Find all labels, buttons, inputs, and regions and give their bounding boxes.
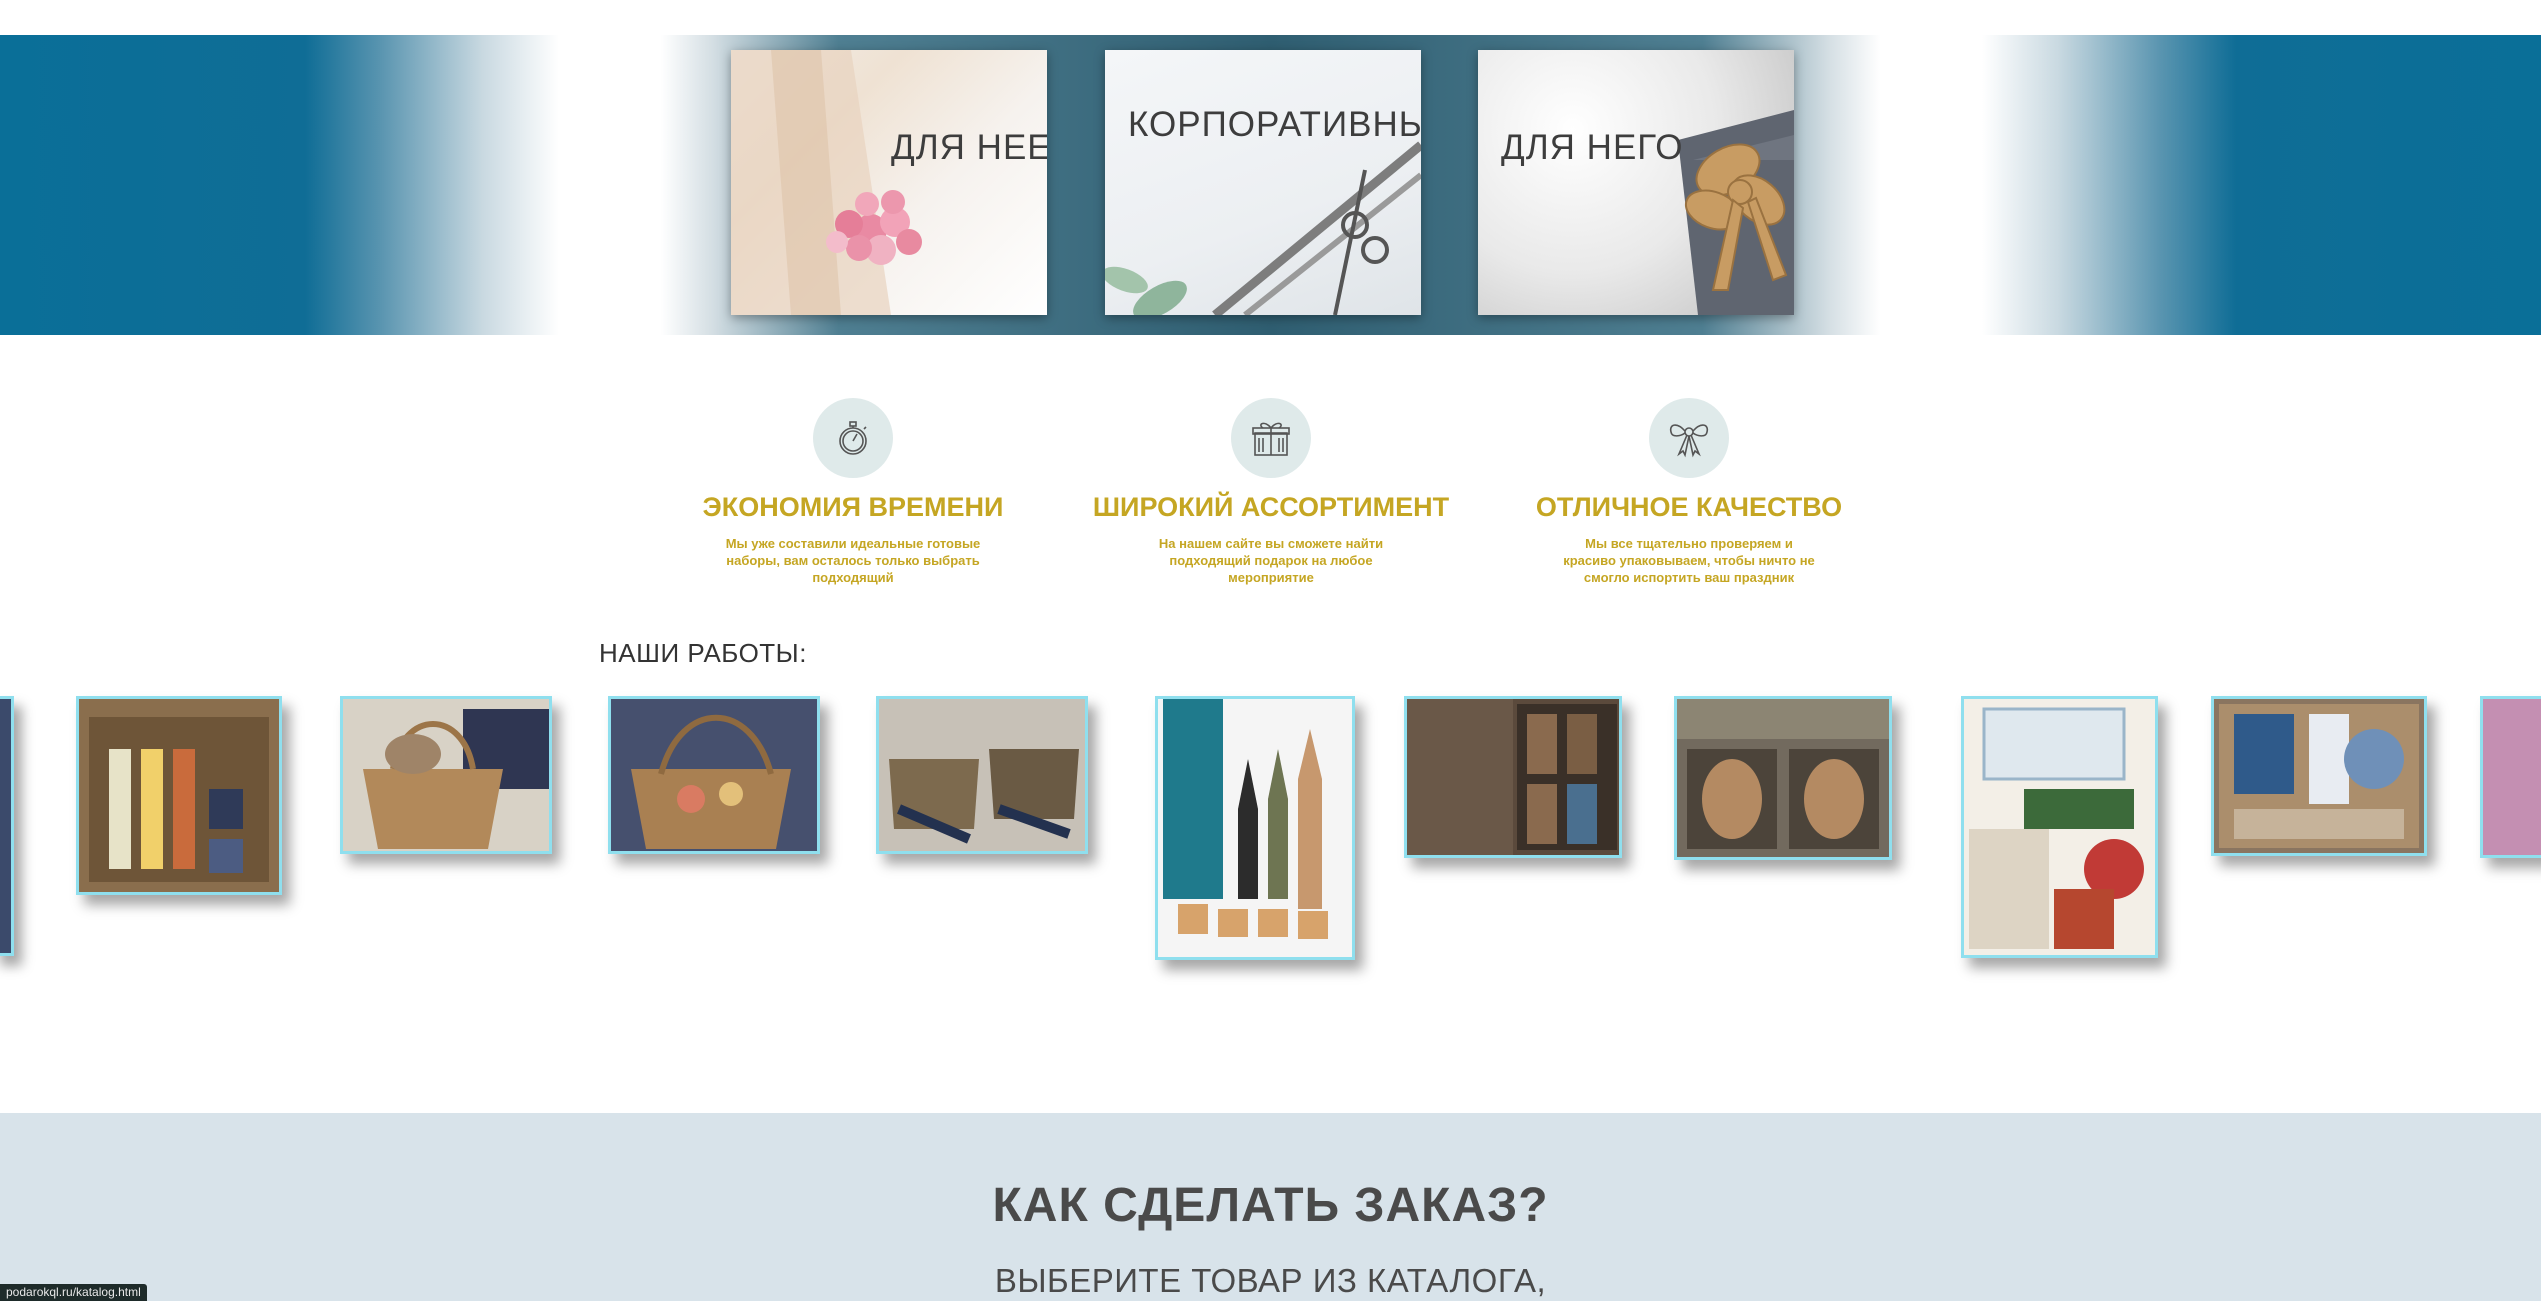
basket-image	[363, 709, 549, 849]
how-to-order-title: КАК СДЕЛАТЬ ЗАКАЗ?	[992, 1179, 1549, 1232]
flowers-image	[731, 50, 922, 315]
work-thumbnail[interactable]	[2480, 696, 2541, 858]
bottles-box-image	[89, 717, 269, 882]
gift-set-image	[1969, 707, 2144, 949]
feature-excellent-quality: ОТЛИЧНОЕ КАЧЕСТВО Мы все тщательно прове…	[1479, 398, 1899, 586]
work-thumbnail[interactable]	[2211, 696, 2427, 856]
category-card-corporate[interactable]: КОРПОРАТИВНЫЕ	[1105, 50, 1421, 315]
wooden-box-image	[1407, 699, 1617, 855]
work-thumbnail[interactable]	[608, 696, 820, 854]
how-to-order-step: ВЫБЕРИТЕ ТОВАР ИЗ КАТАЛОГА,	[994, 1262, 1547, 1299]
basket-image	[611, 699, 817, 851]
gift-sets-image	[879, 699, 1085, 851]
feature-title: ОТЛИЧНОЕ КАЧЕСТВО	[1535, 492, 1843, 522]
stopwatch-icon	[813, 398, 893, 478]
link-status-bar: podarokql.ru/katalog.html	[0, 1284, 147, 1301]
category-title-for-him: ДЛЯ НЕГО	[1501, 128, 1684, 167]
category-card-for-her[interactable]: ДЛЯ НЕЕ	[731, 50, 1047, 315]
feature-description: Мы все тщательно проверяем и красиво упа…	[1563, 536, 1815, 585]
feature-description: На нашем сайте вы сможете найти подходящ…	[1158, 536, 1384, 585]
work-thumbnail[interactable]	[1674, 696, 1892, 860]
work-thumbnail[interactable]	[0, 696, 14, 956]
work-thumbnail[interactable]	[1961, 696, 2158, 958]
gift-box-icon	[1231, 398, 1311, 478]
wooden-box-image	[1677, 699, 1889, 849]
feature-description: Мы уже составили идеальные готовые набор…	[725, 536, 981, 585]
category-title-corporate: КОРПОРАТИВНЫЕ	[1128, 105, 1421, 144]
work-thumbnail[interactable]	[340, 696, 552, 854]
category-title-for-her: ДЛЯ НЕЕ	[891, 128, 1047, 167]
category-card-for-him[interactable]: ДЛЯ НЕГО	[1478, 50, 1794, 315]
works-title: НАШИ РАБОТЫ:	[599, 638, 807, 668]
work-thumbnail[interactable]	[876, 696, 1088, 854]
bow-icon	[1649, 398, 1729, 478]
stationery-image	[1105, 141, 1421, 315]
gift-set-image	[2219, 704, 2419, 848]
tubes-set-image	[1163, 699, 1328, 939]
work-thumbnail[interactable]	[1404, 696, 1622, 858]
feature-title: ШИРОКИЙ АССОРТИМЕНТ	[1092, 492, 1450, 522]
feature-wide-assortment: ШИРОКИЙ АССОРТИМЕНТ На нашем сайте вы см…	[1061, 398, 1481, 586]
feature-title: ЭКОНОМИЯ ВРЕМЕНИ	[702, 492, 1004, 522]
work-thumbnail[interactable]	[76, 696, 282, 895]
work-thumbnail[interactable]	[1155, 696, 1355, 960]
feature-time-saving: ЭКОНОМИЯ ВРЕМЕНИ Мы уже составили идеаль…	[643, 398, 1063, 586]
gift-box-image	[1678, 110, 1794, 315]
